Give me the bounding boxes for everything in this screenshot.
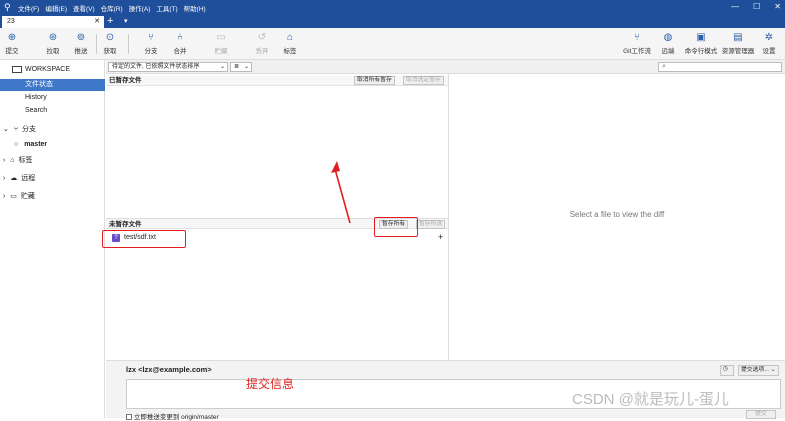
chevron-down-icon: ⌄ xyxy=(3,126,9,133)
menu-help[interactable]: 帮助(H) xyxy=(184,3,206,13)
push-immediately-checkbox[interactable]: 立即推送变更到 origin/master xyxy=(126,411,219,421)
annotation-box-stage-all xyxy=(374,217,418,237)
menu-bar: 文件(F) 编辑(E) 查看(V) 仓库(R) 操作(A) 工具(T) 帮助(H… xyxy=(18,3,206,13)
history-clock-icon[interactable]: ◷ xyxy=(720,365,734,376)
cloud-icon: ☁ xyxy=(10,175,18,182)
sidebar-item-history[interactable]: History xyxy=(0,92,105,104)
repo-tab-label: 23 xyxy=(7,18,15,25)
sidebar-group-remotes[interactable]: › ☁ 远程 xyxy=(0,173,105,185)
new-tab-button[interactable]: + xyxy=(107,15,113,27)
menu-repository[interactable]: 仓库(R) xyxy=(101,3,123,13)
unstage-all-button[interactable]: 取消所有暂存 xyxy=(354,76,395,85)
chevron-right-icon: › xyxy=(3,193,6,200)
merge-icon: ⑃ xyxy=(177,32,183,43)
annotation-arrow-head xyxy=(331,161,340,173)
stash-icon: ▭ xyxy=(216,32,226,43)
annotation-box-file xyxy=(102,230,186,248)
sidebar-group-tags[interactable]: › ⌂ 标签 xyxy=(0,155,105,167)
menu-edit[interactable]: 编辑(E) xyxy=(45,3,67,13)
window-controls: — ☐ ✕ xyxy=(731,2,781,11)
annotation-commit-message: 提交信息 xyxy=(246,377,295,391)
terminal-icon: ▣ xyxy=(696,32,706,43)
workspace-header: WORKSPACE xyxy=(0,64,105,76)
tab-list-dropdown[interactable]: ▾ xyxy=(124,17,128,25)
annotation-arrow xyxy=(331,161,351,224)
chevron-right-icon: › xyxy=(3,157,6,164)
app-logo-icon: ⚲ xyxy=(4,2,11,12)
sidebar-group-stashes[interactable]: › ▭ 贮藏 xyxy=(0,191,105,203)
diff-placeholder: Select a file to view the diff xyxy=(569,210,665,219)
repo-tab[interactable]: 23 ✕ xyxy=(2,16,104,28)
sidebar: WORKSPACE 文件状态 History Search ⌄ ⑂ 分支 ○ m… xyxy=(0,60,105,418)
sort-dropdown[interactable]: 待定的文件, 已依照文件状态排序 ⌄ xyxy=(108,62,228,72)
sidebar-item-search[interactable]: Search xyxy=(0,105,105,117)
tag-button[interactable]: ⌂ 标签 xyxy=(273,31,307,55)
toolbar-separator xyxy=(128,34,129,54)
unstage-selected-button[interactable]: 取消选定暂存 xyxy=(403,76,444,85)
title-bar: ⚲ 文件(F) 编辑(E) 查看(V) 仓库(R) 操作(A) 工具(T) 帮助… xyxy=(0,0,785,16)
commit-options-dropdown[interactable]: 提交选项... ⌄ xyxy=(738,365,779,376)
settings-button[interactable]: ✲ 设置 xyxy=(752,31,785,55)
monitor-icon xyxy=(12,66,22,73)
menu-file[interactable]: 文件(F) xyxy=(18,3,39,13)
chevron-right-icon: › xyxy=(3,175,6,182)
fetch-button[interactable]: ⊙ 获取 xyxy=(93,31,127,55)
current-branch-dot-icon: ○ xyxy=(14,141,19,148)
merge-button[interactable]: ⑃ 合并 xyxy=(163,31,197,55)
menu-tools[interactable]: 工具(T) xyxy=(156,3,177,13)
checkbox-box xyxy=(126,414,132,421)
stash-button[interactable]: ▭ 贮藏 xyxy=(204,31,238,55)
remote-button[interactable]: ◍ 远端 xyxy=(651,31,685,55)
plus-circle-icon: ⊕ xyxy=(7,32,17,43)
stage-file-plus-icon[interactable]: + xyxy=(438,232,443,242)
maximize-button[interactable]: ☐ xyxy=(753,2,760,11)
commit-author: lzx <lzx@example.com> xyxy=(126,365,212,374)
terminal-button[interactable]: ▣ 命令行模式 xyxy=(682,31,720,55)
branch-icon: ⑂ xyxy=(13,126,19,133)
sidebar-group-branches[interactable]: ⌄ ⑂ 分支 xyxy=(0,124,105,136)
sidebar-item-file-status[interactable]: 文件状态 xyxy=(0,79,105,91)
globe-icon: ◍ xyxy=(663,32,673,43)
fetch-icon: ⊙ xyxy=(105,32,115,43)
annotation-arrow-line xyxy=(334,168,351,224)
tab-bar: 23 ✕ + ▾ xyxy=(0,15,785,28)
minimize-button[interactable]: — xyxy=(731,2,739,11)
close-window-button[interactable]: ✕ xyxy=(774,2,781,11)
menu-actions[interactable]: 操作(A) xyxy=(129,3,151,13)
filter-bar: 待定的文件, 已依照文件状态排序 ⌄ ≣ ⌄ ⌕ xyxy=(106,60,785,74)
tag-icon: ⌂ xyxy=(10,157,15,164)
menu-view[interactable]: 查看(V) xyxy=(73,3,95,13)
view-mode-dropdown[interactable]: ≣ ⌄ xyxy=(230,62,252,72)
search-icon: ⌕ xyxy=(662,63,666,70)
watermark: CSDN @就是玩儿-蛋儿 xyxy=(572,391,729,408)
stage-selected-button[interactable]: 暂存所选 xyxy=(416,220,446,229)
unstaged-files-list: ? test/sdf.txt + xyxy=(106,230,448,360)
sidebar-item-branch-master[interactable]: ○ master xyxy=(0,139,105,151)
chevron-down-icon: ⌄ xyxy=(219,64,225,70)
staged-files-header: 已暂存文件 取消所有暂存 取消选定暂存 xyxy=(106,75,448,86)
gear-icon: ✲ xyxy=(764,32,774,43)
tag-icon: ⌂ xyxy=(286,32,294,43)
commit-button[interactable]: ⊕ 提交 xyxy=(0,31,29,55)
close-tab-icon[interactable]: ✕ xyxy=(94,17,100,25)
staged-files-list[interactable] xyxy=(106,86,448,216)
toolbar: ⊕ 提交 ⊛ 拉取 ⊚ 推送 ⊙ 获取 ⑂ 分支 ⑃ 合并 ▭ 贮藏 ↺ 丢弃 ⌂ 标签 ⑂ Git… xyxy=(0,28,785,60)
search-input[interactable] xyxy=(658,62,782,72)
stash-icon: ▭ xyxy=(10,193,17,200)
chevron-down-icon: ⌄ xyxy=(243,64,249,70)
